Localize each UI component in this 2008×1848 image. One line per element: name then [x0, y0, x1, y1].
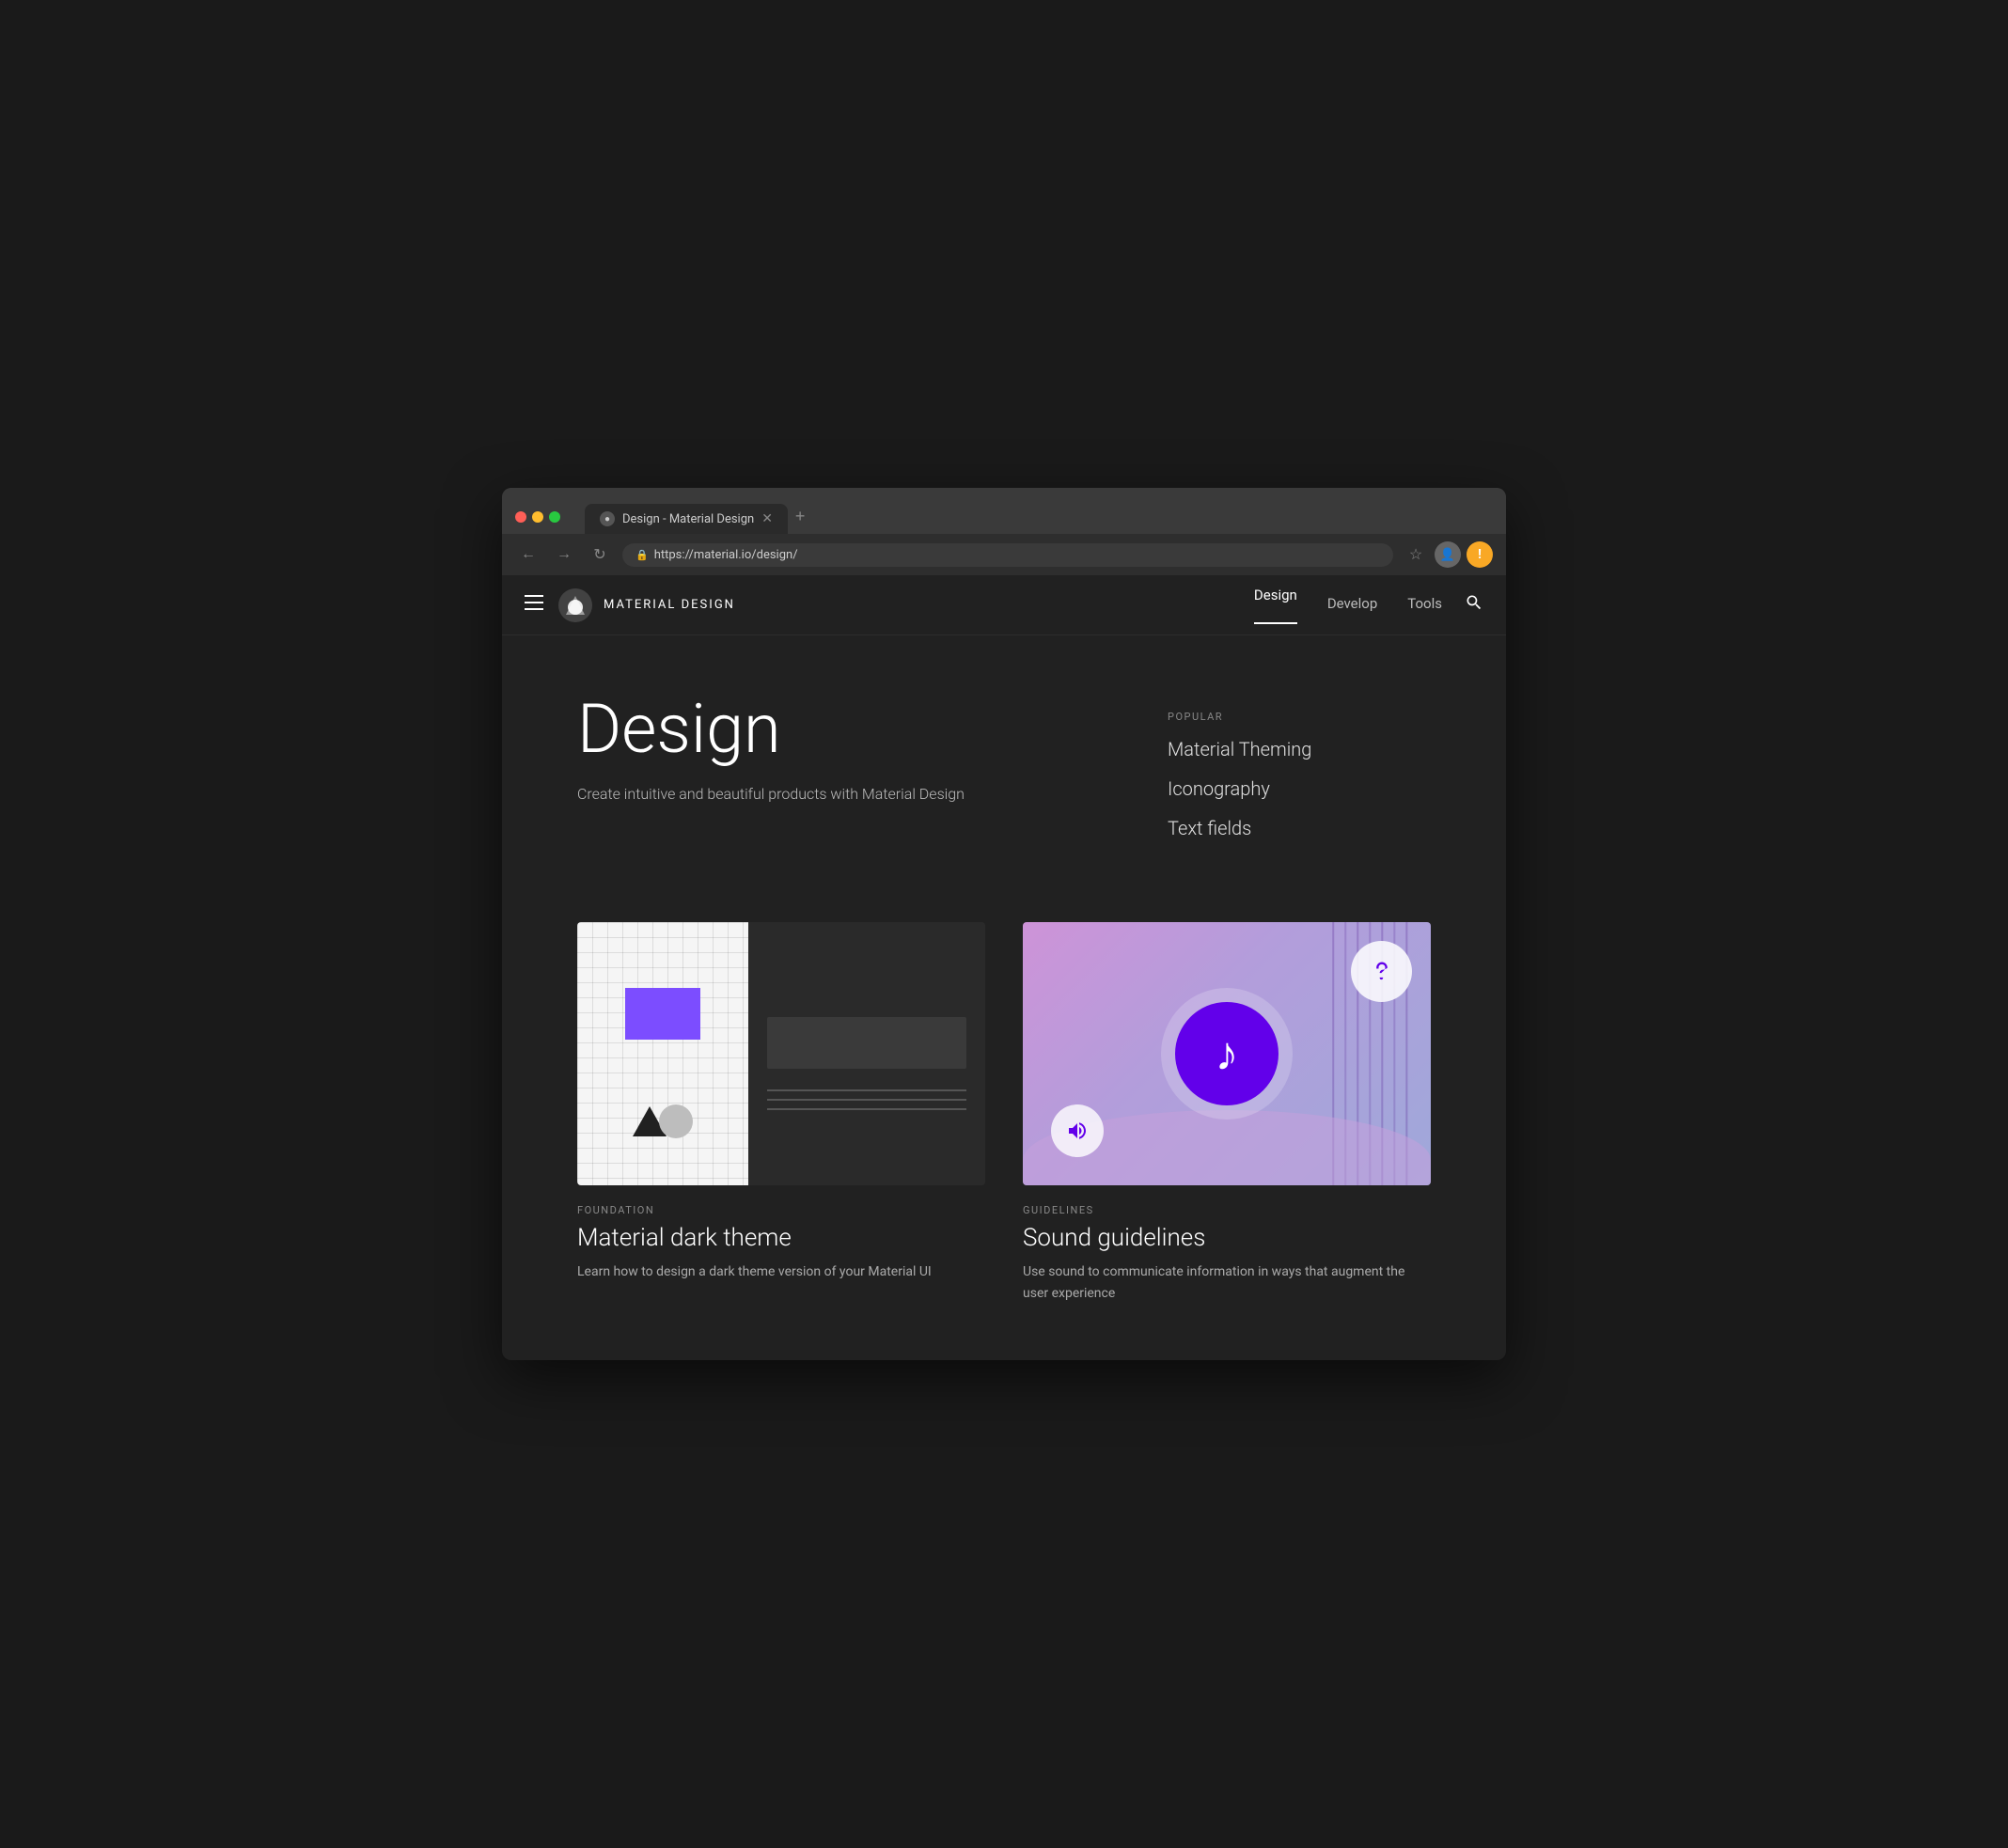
cards-section: FOUNDATION Material dark theme Learn how… [502, 903, 1506, 1360]
browser-actions: ☆ 👤 ! [1403, 541, 1493, 568]
site-logo: MATERIAL DESIGN [558, 588, 735, 622]
dark-panel-inner [767, 1017, 966, 1069]
search-button[interactable] [1465, 593, 1483, 618]
refresh-button[interactable]: ↻ [587, 541, 613, 568]
sound-guidelines-card[interactable]: ♪ GUIDELINES [1023, 922, 1431, 1304]
line-bar-3 [767, 1108, 966, 1110]
close-tab-button[interactable]: ✕ [761, 511, 773, 526]
popular-link-text-fields[interactable]: Text fields [1168, 817, 1431, 839]
dark-theme-card-desc: Learn how to design a dark theme version… [577, 1261, 985, 1282]
new-tab-button[interactable]: + [788, 499, 813, 534]
forward-button[interactable]: → [551, 541, 577, 568]
volume-badge [1051, 1104, 1104, 1157]
traffic-lights [515, 511, 560, 523]
line-bar-2 [767, 1099, 966, 1101]
dark-theme-card[interactable]: FOUNDATION Material dark theme Learn how… [577, 922, 985, 1304]
sound-guidelines-card-desc: Use sound to communicate information in … [1023, 1261, 1431, 1304]
bookmark-button[interactable]: ☆ [1403, 541, 1429, 568]
ear-badge [1351, 941, 1412, 1002]
lock-icon: 🔒 [635, 549, 649, 561]
volume-icon [1066, 1120, 1089, 1142]
purple-rect [625, 988, 700, 1040]
tab-title: Design - Material Design [622, 512, 754, 526]
sound-guidelines-card-title: Sound guidelines [1023, 1224, 1431, 1252]
sound-illustration: ♪ [1023, 922, 1431, 1185]
hero-left: Design Create intuitive and beautiful pr… [577, 692, 1111, 856]
close-traffic-light[interactable] [515, 511, 526, 523]
circle-icon [659, 1104, 693, 1138]
lines-group [767, 1089, 966, 1110]
profile-button[interactable]: 👤 [1435, 541, 1461, 568]
nav-link-tools[interactable]: Tools [1407, 595, 1442, 616]
nav-link-develop[interactable]: Develop [1327, 595, 1377, 616]
hero-right: POPULAR Material Theming Iconography Tex… [1168, 692, 1431, 856]
hearing-icon [1369, 959, 1395, 985]
grid-panel [577, 922, 748, 1185]
music-note-icon: ♪ [1216, 1026, 1239, 1082]
alert-button[interactable]: ! [1467, 541, 1493, 568]
line-bar-1 [767, 1089, 966, 1091]
tab-favicon: ● [600, 511, 615, 526]
back-button[interactable]: ← [515, 541, 541, 568]
dark-panel [748, 922, 985, 1185]
tab-bar: ● Design - Material Design ✕ + [585, 499, 1493, 534]
hero-title: Design [577, 692, 1111, 766]
dark-theme-card-image [577, 922, 985, 1185]
icons-row [633, 1104, 693, 1138]
site-nav: MATERIAL DESIGN Design Develop Tools [502, 575, 1506, 635]
logo-text: MATERIAL DESIGN [604, 598, 735, 612]
dark-theme-card-title: Material dark theme [577, 1224, 985, 1252]
url-bar[interactable]: 🔒 https://material.io/design/ [622, 543, 1393, 567]
url-text: https://material.io/design/ [654, 548, 798, 562]
browser-window: ● Design - Material Design ✕ + ← → ↻ 🔒 h… [502, 488, 1506, 1360]
nav-link-design[interactable]: Design [1254, 587, 1297, 624]
active-tab[interactable]: ● Design - Material Design ✕ [585, 504, 788, 534]
site-content: MATERIAL DESIGN Design Develop Tools Des… [502, 575, 1506, 1360]
title-bar: ● Design - Material Design ✕ + [502, 488, 1506, 534]
address-bar: ← → ↻ 🔒 https://material.io/design/ ☆ 👤 … [502, 534, 1506, 575]
hero-section: Design Create intuitive and beautiful pr… [502, 635, 1506, 903]
menu-button[interactable] [525, 595, 543, 615]
maximize-traffic-light[interactable] [549, 511, 560, 523]
nav-links: Design Develop Tools [1254, 587, 1442, 624]
sound-guidelines-card-image: ♪ [1023, 922, 1431, 1185]
hero-subtitle: Create intuitive and beautiful products … [577, 785, 1111, 803]
popular-link-material-theming[interactable]: Material Theming [1168, 738, 1431, 760]
popular-label: POPULAR [1168, 711, 1431, 723]
material-design-logo [558, 588, 592, 622]
dark-theme-card-category: FOUNDATION [577, 1204, 985, 1216]
dark-theme-illustration [577, 922, 985, 1185]
music-circle: ♪ [1175, 1002, 1279, 1105]
popular-link-iconography[interactable]: Iconography [1168, 777, 1431, 800]
sound-guidelines-card-category: GUIDELINES [1023, 1204, 1431, 1216]
browser-chrome: ● Design - Material Design ✕ + ← → ↻ 🔒 h… [502, 488, 1506, 575]
minimize-traffic-light[interactable] [532, 511, 543, 523]
